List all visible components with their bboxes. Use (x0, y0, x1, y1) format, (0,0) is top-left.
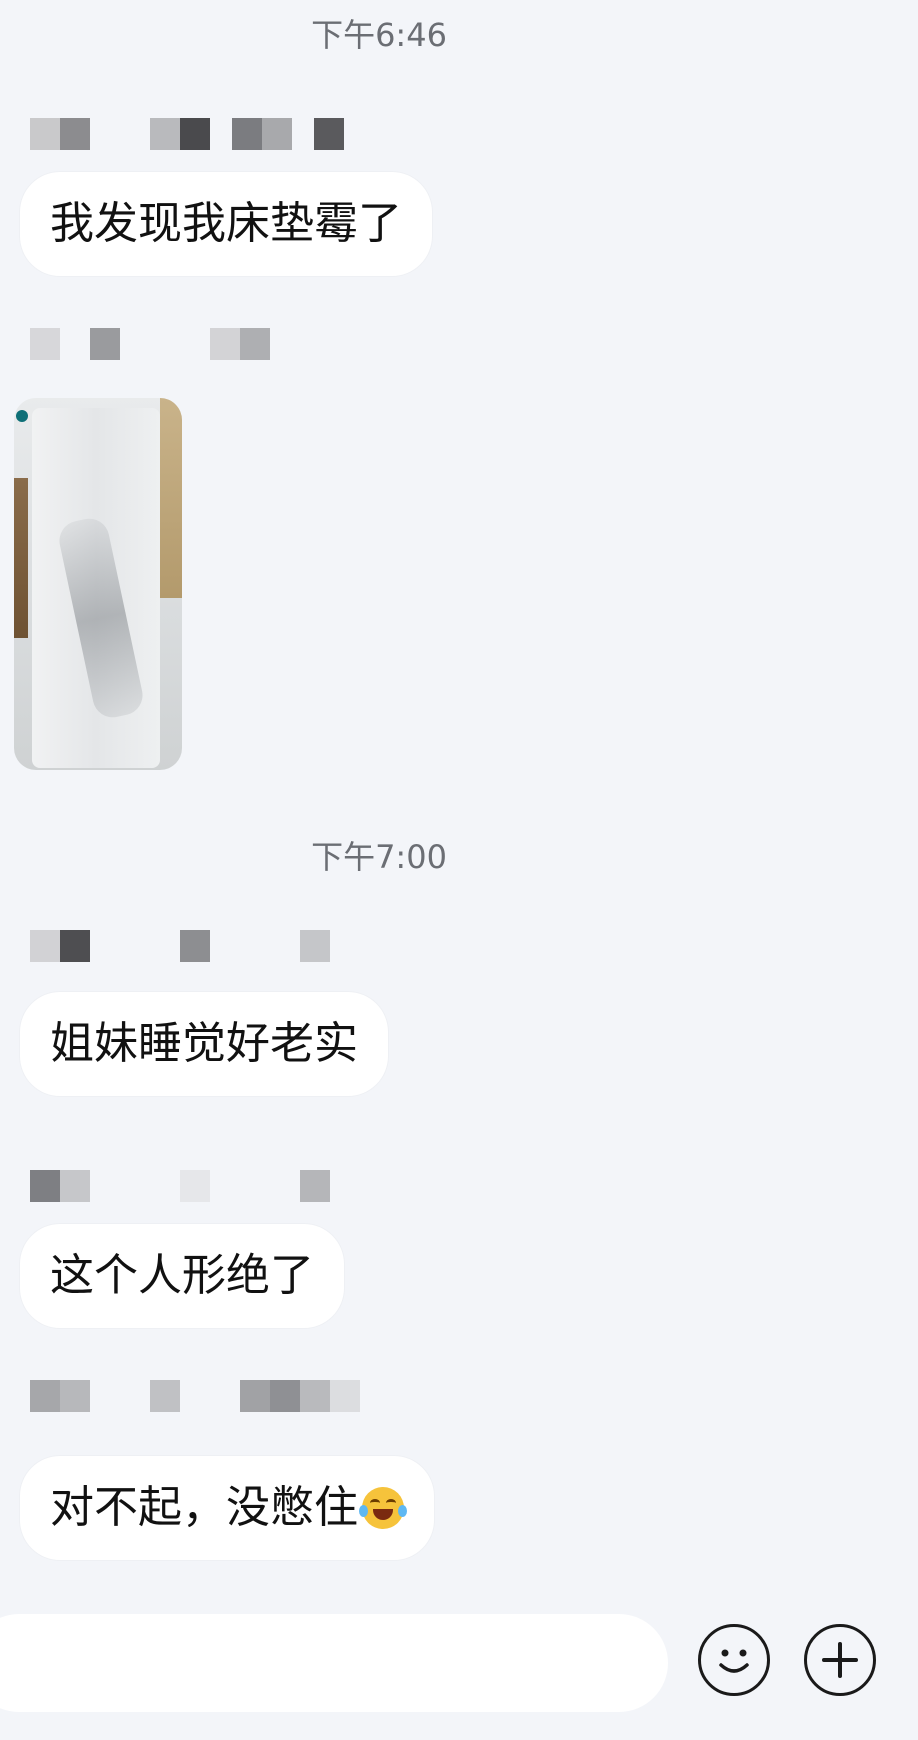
message-bubble[interactable]: 这个人形绝了 (20, 1224, 344, 1328)
mattress-photo[interactable] (14, 398, 182, 770)
message-text: 我发现我床垫霉了 (50, 198, 402, 249)
message-text: 这个人形绝了 (50, 1250, 314, 1301)
sender-name-blurred (30, 1170, 330, 1202)
photo-wall (14, 478, 28, 638)
photo-dot (16, 410, 28, 422)
sender-name-blurred (30, 118, 344, 150)
more-button[interactable] (804, 1624, 876, 1696)
message-bubble[interactable]: 对不起，没憋住 (20, 1456, 434, 1560)
message-bubble[interactable]: 姐妹睡觉好老实 (20, 992, 388, 1096)
tears-of-joy-emoji-icon (359, 1487, 407, 1529)
sender-name-blurred (30, 930, 330, 962)
message-text: 对不起，没憋住 (50, 1482, 358, 1533)
emoji-mouth (373, 1509, 393, 1520)
sender-name-blurred (30, 328, 270, 360)
message-bubble[interactable]: 我发现我床垫霉了 (20, 172, 432, 276)
emoji-tear (398, 1505, 407, 1517)
plus-icon (822, 1642, 858, 1678)
timestamp-7-00: 下午7:00 (311, 838, 447, 876)
photo-wall (160, 398, 182, 598)
emoji-tear (359, 1505, 368, 1517)
smile-icon (719, 1649, 749, 1673)
timestamp-6-46: 下午6:46 (311, 16, 447, 54)
sender-name-blurred (30, 1380, 360, 1412)
message-text: 姐妹睡觉好老实 (50, 1018, 358, 1069)
emoji-button[interactable] (698, 1624, 770, 1696)
message-input[interactable] (0, 1614, 668, 1712)
